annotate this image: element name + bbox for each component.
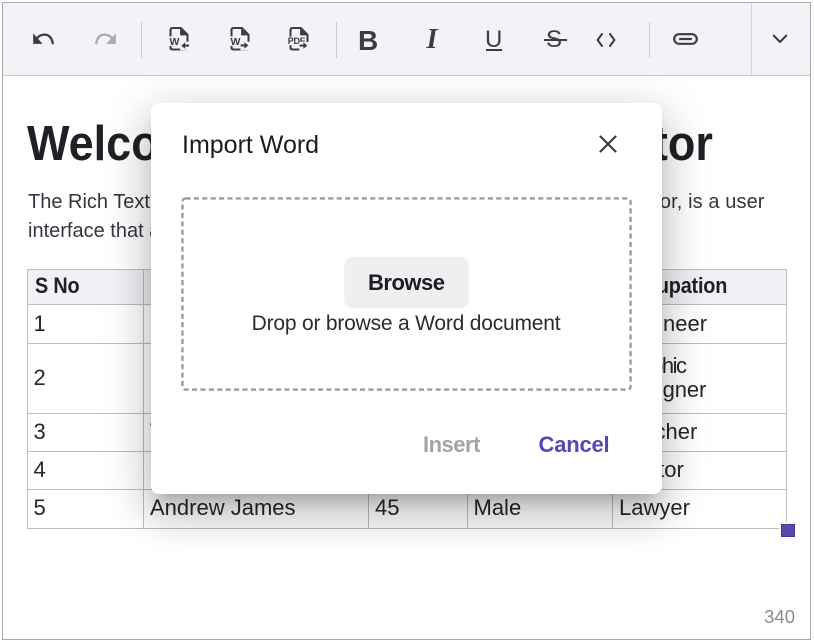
svg-text:W: W bbox=[230, 36, 240, 48]
svg-text:W: W bbox=[169, 36, 179, 48]
